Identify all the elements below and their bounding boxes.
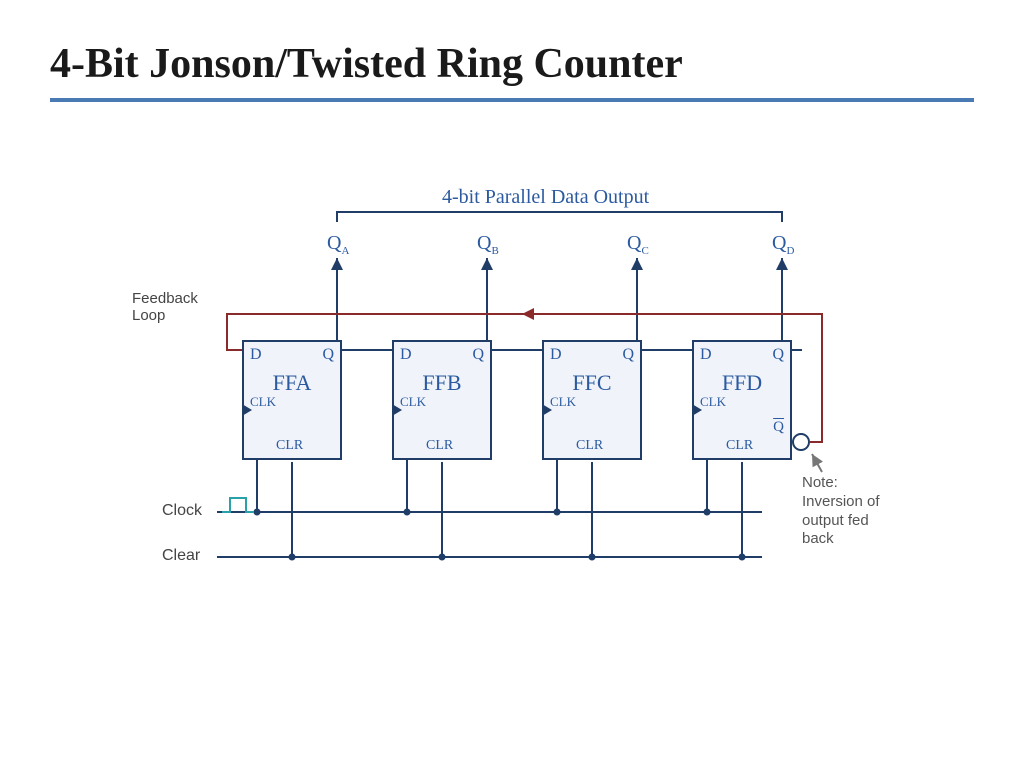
ff-name: FFD	[694, 370, 790, 396]
pin-q: Q	[472, 346, 484, 364]
title-underline	[50, 98, 974, 102]
ff-name: FFB	[394, 370, 490, 396]
output-qb: QB	[477, 232, 499, 257]
ff-name: FFA	[244, 370, 340, 396]
parallel-output-header: 4-bit Parallel Data Output	[442, 186, 649, 209]
inversion-note: Note: Inversion of output fed back	[802, 474, 880, 549]
output-qa: QA	[327, 232, 349, 257]
pin-clk: CLK	[400, 394, 426, 410]
clear-rail-label: Clear	[162, 547, 200, 565]
pin-clr: CLR	[426, 438, 453, 454]
circuit-diagram: 4-bit Parallel Data Output Feedback Loop…	[122, 192, 902, 652]
pin-clr: CLR	[576, 438, 603, 454]
pin-clr: CLR	[276, 438, 303, 454]
pin-d: D	[250, 346, 262, 364]
pin-d: D	[700, 346, 712, 364]
clk-edge-icon	[392, 404, 402, 416]
pin-clr: CLR	[726, 438, 753, 454]
flipflop-ffd: D Q FFD CLK CLR Q	[692, 340, 792, 460]
pin-q: Q	[622, 346, 634, 364]
clk-edge-icon	[692, 404, 702, 416]
pin-d: D	[550, 346, 562, 364]
pin-q: Q	[322, 346, 334, 364]
inversion-bubble-icon	[792, 433, 810, 451]
ff-name: FFC	[544, 370, 640, 396]
slide: 4-Bit Jonson/Twisted Ring Counter	[0, 0, 1024, 768]
clock-rail-label: Clock	[162, 502, 202, 520]
clk-edge-icon	[242, 404, 252, 416]
pin-qbar: Q	[773, 419, 784, 436]
flipflop-ffa: D Q FFA CLK CLR	[242, 340, 342, 460]
feedback-loop-label: Feedback Loop	[132, 290, 198, 324]
pin-clk: CLK	[250, 394, 276, 410]
output-qc: QC	[627, 232, 649, 257]
pin-clk: CLK	[550, 394, 576, 410]
clk-edge-icon	[542, 404, 552, 416]
pin-q: Q	[772, 346, 784, 364]
pin-d: D	[400, 346, 412, 364]
output-qd: QD	[772, 232, 794, 257]
flipflop-ffc: D Q FFC CLK CLR	[542, 340, 642, 460]
pin-clk: CLK	[700, 394, 726, 410]
flipflop-ffb: D Q FFB CLK CLR	[392, 340, 492, 460]
slide-title: 4-Bit Jonson/Twisted Ring Counter	[50, 40, 974, 88]
